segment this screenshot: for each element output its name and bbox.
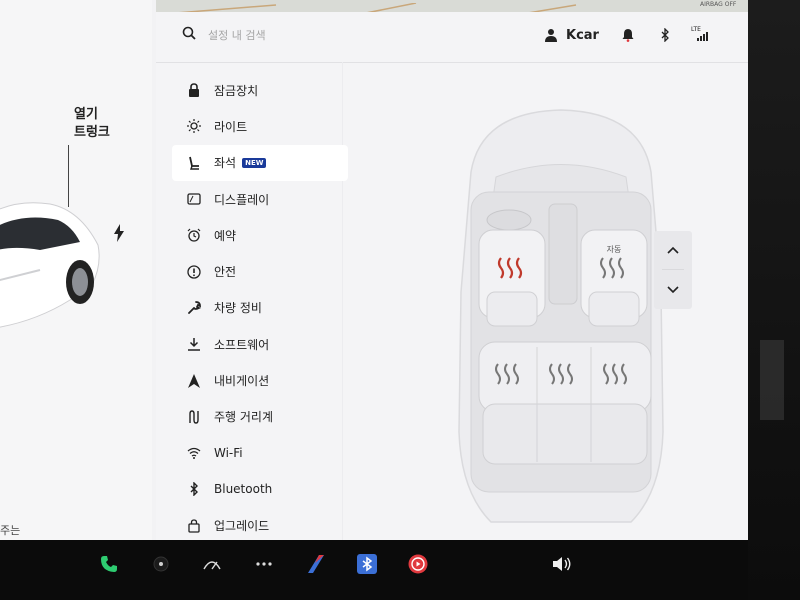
screen-bezel xyxy=(748,0,800,600)
menu-item-label: 예약 xyxy=(214,228,237,243)
bell-icon[interactable] xyxy=(622,28,634,42)
phone-icon[interactable] xyxy=(98,553,120,575)
menu-item-navigation[interactable]: 내비게이션 xyxy=(172,362,348,398)
open-trunk-button[interactable]: 열기 트렁크 xyxy=(74,106,110,142)
menu-item-label: Bluetooth xyxy=(214,482,273,497)
menu-item-label: 내비게이션 xyxy=(214,374,270,389)
map-strip xyxy=(156,0,748,16)
menu-item-label: 라이트 xyxy=(214,119,248,134)
chevron-down-icon xyxy=(667,286,679,294)
menu-item-safety[interactable]: 안전 xyxy=(172,253,348,289)
seat-icon xyxy=(186,155,202,171)
chevron-down-button[interactable] xyxy=(654,271,692,309)
menu-item-locks[interactable]: 잠금장치 xyxy=(172,72,348,108)
signal-bars-icon xyxy=(697,32,708,41)
navigation-app-icon[interactable] xyxy=(305,553,327,575)
display-icon xyxy=(186,191,202,207)
alarm-icon xyxy=(186,227,202,243)
chevron-up-icon xyxy=(667,246,679,254)
menu-item-display[interactable]: 디스플레이 xyxy=(172,181,348,217)
wifi-icon xyxy=(186,445,202,461)
menu-item-label: 업그레이드 xyxy=(214,519,270,534)
user-icon[interactable] xyxy=(544,28,558,42)
menu-item-wifi[interactable]: Wi-Fi xyxy=(172,435,348,471)
chevron-up-button[interactable] xyxy=(654,231,692,269)
airbag-off-indicator: AIRBAG OFF xyxy=(700,1,737,8)
car-image xyxy=(0,202,100,328)
charge-port-icon[interactable] xyxy=(113,224,125,242)
driver-seat-heater[interactable] xyxy=(478,229,546,327)
sun-icon xyxy=(186,118,202,134)
menu-item-seats[interactable]: 좌석 NEW xyxy=(172,144,348,181)
control-divider xyxy=(662,269,684,270)
trip-icon xyxy=(186,409,202,425)
cabin-seat-view: 자동 xyxy=(458,109,664,523)
menu-item-label: 차량 정비 xyxy=(214,301,262,316)
bottom-hint-text: 주는 xyxy=(0,524,21,537)
alert-icon xyxy=(186,264,202,280)
volume-icon[interactable] xyxy=(551,553,573,575)
menu-item-trips[interactable]: 주행 거리계 xyxy=(172,399,348,435)
wiper-icon[interactable] xyxy=(201,553,223,575)
menu-item-software[interactable]: 소프트웨어 xyxy=(172,326,348,362)
bluetooth-icon xyxy=(186,481,202,497)
menu-item-label: 소프트웨어 xyxy=(214,337,270,352)
camera-icon[interactable] xyxy=(150,553,172,575)
menu-item-label: 안전 xyxy=(214,265,237,280)
settings-header: Kcar LTE xyxy=(156,12,748,63)
car-overview-pane: 열기 트렁크 주는 xyxy=(0,0,152,540)
new-badge: NEW xyxy=(242,157,267,168)
bag-icon xyxy=(186,518,202,534)
profile-name[interactable]: Kcar xyxy=(566,28,599,43)
wrench-icon xyxy=(186,300,202,316)
menu-item-label: Wi-Fi xyxy=(214,446,243,461)
trunk-label-line2: 트렁크 xyxy=(74,125,110,140)
trunk-label-line1: 열기 xyxy=(74,107,98,122)
rear-seats xyxy=(478,341,652,465)
lock-icon xyxy=(186,82,202,98)
menu-item-upgrades[interactable]: 업그레이드 xyxy=(172,508,348,540)
passenger-seat-heater[interactable]: 자동 xyxy=(580,229,648,327)
menu-item-label: 잠금장치 xyxy=(214,83,259,98)
menu-item-label: 주행 거리계 xyxy=(214,410,274,425)
search-icon xyxy=(182,26,196,40)
seat-adjust-control xyxy=(654,231,692,309)
auto-label: 자동 xyxy=(607,245,622,254)
settings-panel: Kcar LTE 잠금장치 xyxy=(156,12,748,540)
media-player-icon[interactable] xyxy=(407,553,429,575)
navigation-icon xyxy=(186,373,202,389)
center-console xyxy=(548,203,578,305)
menu-item-lights[interactable]: 라이트 xyxy=(172,108,348,144)
download-icon xyxy=(186,336,202,352)
bluetooth-app-icon[interactable] xyxy=(356,553,378,575)
menu-item-label: 디스플레이 xyxy=(214,192,270,207)
more-icon[interactable] xyxy=(253,553,275,575)
settings-menu: 잠금장치 라이트 좌석 NEW 디스플레이 예약 안전 차량 정비 소프트웨어 … xyxy=(172,72,348,540)
steering-wheel xyxy=(486,209,532,231)
menu-item-label: 좌석 xyxy=(214,156,237,171)
bluetooth-status-icon xyxy=(661,28,669,42)
menu-item-service[interactable]: 차량 정비 xyxy=(172,290,348,326)
menu-item-bluetooth[interactable]: Bluetooth xyxy=(172,471,348,507)
bezel-reflection xyxy=(760,340,784,420)
search-input[interactable] xyxy=(208,24,408,46)
screen: 열기 트렁크 주는 AIRBAG OFF 설정 내 검색 Kcar LTE 잠금… xyxy=(0,0,748,540)
menu-item-schedule[interactable]: 예약 xyxy=(172,217,348,253)
